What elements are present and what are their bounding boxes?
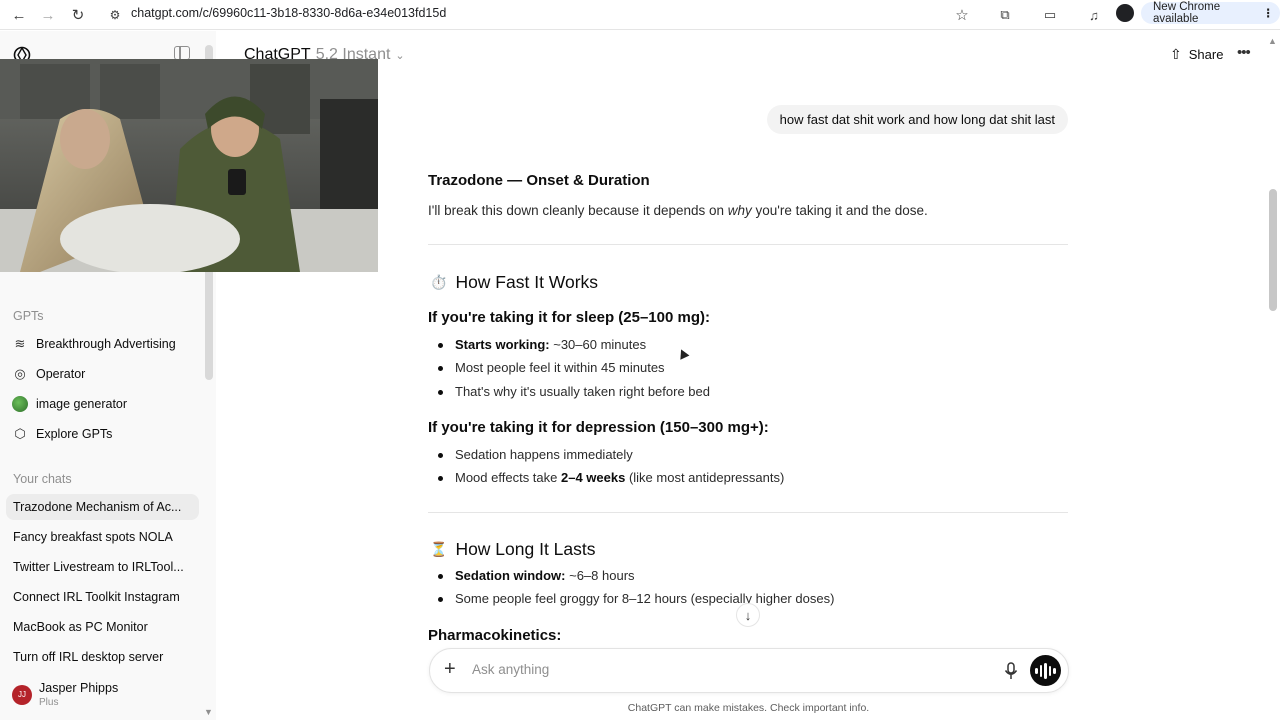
divider xyxy=(428,244,1068,245)
sidebar-gpt-image-generator[interactable]: image generator xyxy=(12,391,199,417)
sidebar-toggle-icon[interactable] xyxy=(174,46,190,60)
page-scrollbar[interactable] xyxy=(1269,189,1277,311)
section-title: How Long It Lasts xyxy=(455,539,596,559)
list-item: Starts working: ~30–60 minutes xyxy=(437,337,647,352)
depression-subheading: If you're taking it for depression (150–… xyxy=(428,419,769,436)
arrow-down-icon: ↓ xyxy=(744,607,752,623)
explore-gpts-icon: ⬡ xyxy=(14,426,26,441)
list-item: That's why it's usually taken right befo… xyxy=(438,384,710,399)
voice-mode-button[interactable] xyxy=(1030,655,1061,686)
list-item: Mood effects take 2–4 weeks (like most a… xyxy=(437,470,785,485)
list-item: Sedation window: ~6–8 hours xyxy=(438,568,635,583)
microphone-icon[interactable] xyxy=(1003,661,1019,681)
mouse-cursor xyxy=(676,347,690,360)
forward-icon[interactable]: → xyxy=(37,4,59,26)
profile-avatar[interactable] xyxy=(1116,4,1134,22)
chat-item-irl-toolkit[interactable]: Connect IRL Toolkit Instagram xyxy=(13,584,200,610)
response-title: Trazodone — Onset & Duration xyxy=(428,172,650,189)
sidebar-item-label: Operator xyxy=(36,367,86,381)
extensions-icon[interactable]: ⧉ xyxy=(994,4,1016,26)
sidebar-gpt-operator[interactable]: ◎ Operator xyxy=(12,361,199,387)
list-item: Some people feel groggy for 8–12 hours (… xyxy=(437,591,835,606)
user-name: Jasper Phipps xyxy=(39,681,119,695)
chat-item-trazodone[interactable]: Trazodone Mechanism of Ac... xyxy=(6,494,199,520)
list-item: Sedation happens immediately xyxy=(438,447,633,462)
hourglass-icon: ⏳ xyxy=(430,541,448,557)
composer: + xyxy=(429,648,1069,693)
page-scroll-up-icon[interactable]: ▲ xyxy=(1268,36,1277,46)
site-info-icon[interactable]: ⚙ xyxy=(104,4,126,26)
user-message: how fast dat shit work and how long dat … xyxy=(766,105,1068,134)
stopwatch-icon: ⏱️ xyxy=(430,274,448,290)
list-item: Most people feel it within 45 minutes xyxy=(438,360,665,375)
share-icon: ⇧ xyxy=(1170,46,1182,62)
reload-icon[interactable]: ↻ xyxy=(67,4,89,26)
kebab-menu-icon[interactable]: ⋮ xyxy=(1263,6,1275,20)
sidebar-explore-gpts[interactable]: ⬡ Explore GPTs xyxy=(12,421,199,447)
operator-icon: ◎ xyxy=(14,366,26,381)
sleep-subheading: If you're taking it for sleep (25–100 mg… xyxy=(428,309,710,326)
bookmark-star-icon[interactable]: ☆ xyxy=(951,4,973,26)
disclaimer: ChatGPT can make mistakes. Check importa… xyxy=(627,702,870,714)
more-options-icon[interactable]: ••• xyxy=(1237,44,1251,61)
chat-item-irl-desktop-server[interactable]: Turn off IRL desktop server xyxy=(13,644,200,670)
address-bar[interactable]: chatgpt.com/c/69960c11-3b18-8330-8d6a-e3… xyxy=(131,6,446,20)
new-chrome-label: New Chrome available xyxy=(1153,1,1221,25)
new-chrome-available-button[interactable]: New Chrome available ⋮ xyxy=(1141,1,1280,25)
advertising-gpt-icon: ≋ xyxy=(14,336,26,351)
scroll-to-bottom-button[interactable]: ↓ xyxy=(736,603,760,627)
media-controls-icon[interactable]: ♫ xyxy=(1083,4,1105,26)
webcam-feed-image xyxy=(0,59,378,272)
your-chats-heading: Your chats xyxy=(13,472,72,486)
browser-toolbar: ← → ↻ ⚙ chatgpt.com/c/69960c11-3b18-8330… xyxy=(0,0,1280,30)
share-label: Share xyxy=(1188,47,1224,62)
share-button[interactable]: ⇧ Share xyxy=(1170,46,1223,63)
sidebar-gpt-breakthrough-advertising[interactable]: ≋ Breakthrough Advertising xyxy=(12,331,199,357)
section-title: How Fast It Works xyxy=(455,272,599,292)
section-heading-how-long: ⏳ How Long It Lasts xyxy=(430,539,596,560)
response-intro: I'll break this down cleanly because it … xyxy=(428,203,928,218)
sidebar-item-label: Breakthrough Advertising xyxy=(36,337,176,351)
chat-item-breakfast[interactable]: Fancy breakfast spots NOLA xyxy=(13,524,200,550)
add-attachment-button[interactable]: + xyxy=(444,659,456,679)
chevron-down-icon: ⌄ xyxy=(395,49,405,62)
divider xyxy=(428,512,1068,513)
chat-item-twitter-livestream[interactable]: Twitter Livestream to IRLTool... xyxy=(13,554,200,580)
chat-item-macbook-monitor[interactable]: MacBook as PC Monitor xyxy=(13,614,200,640)
sidebar-item-label: image generator xyxy=(36,397,128,411)
image-generator-icon xyxy=(12,396,28,412)
section-heading-how-fast: ⏱️ How Fast It Works xyxy=(430,272,598,293)
cast-icon[interactable]: ▭ xyxy=(1039,4,1061,26)
sidebar-item-label: Explore GPTs xyxy=(36,427,113,441)
webcam-video-overlay xyxy=(0,59,378,272)
gpts-heading: GPTs xyxy=(13,309,44,323)
prompt-input[interactable] xyxy=(472,662,992,677)
back-icon[interactable]: ← xyxy=(8,4,30,26)
pharmacokinetics-subheading: Pharmacokinetics: xyxy=(428,627,562,644)
